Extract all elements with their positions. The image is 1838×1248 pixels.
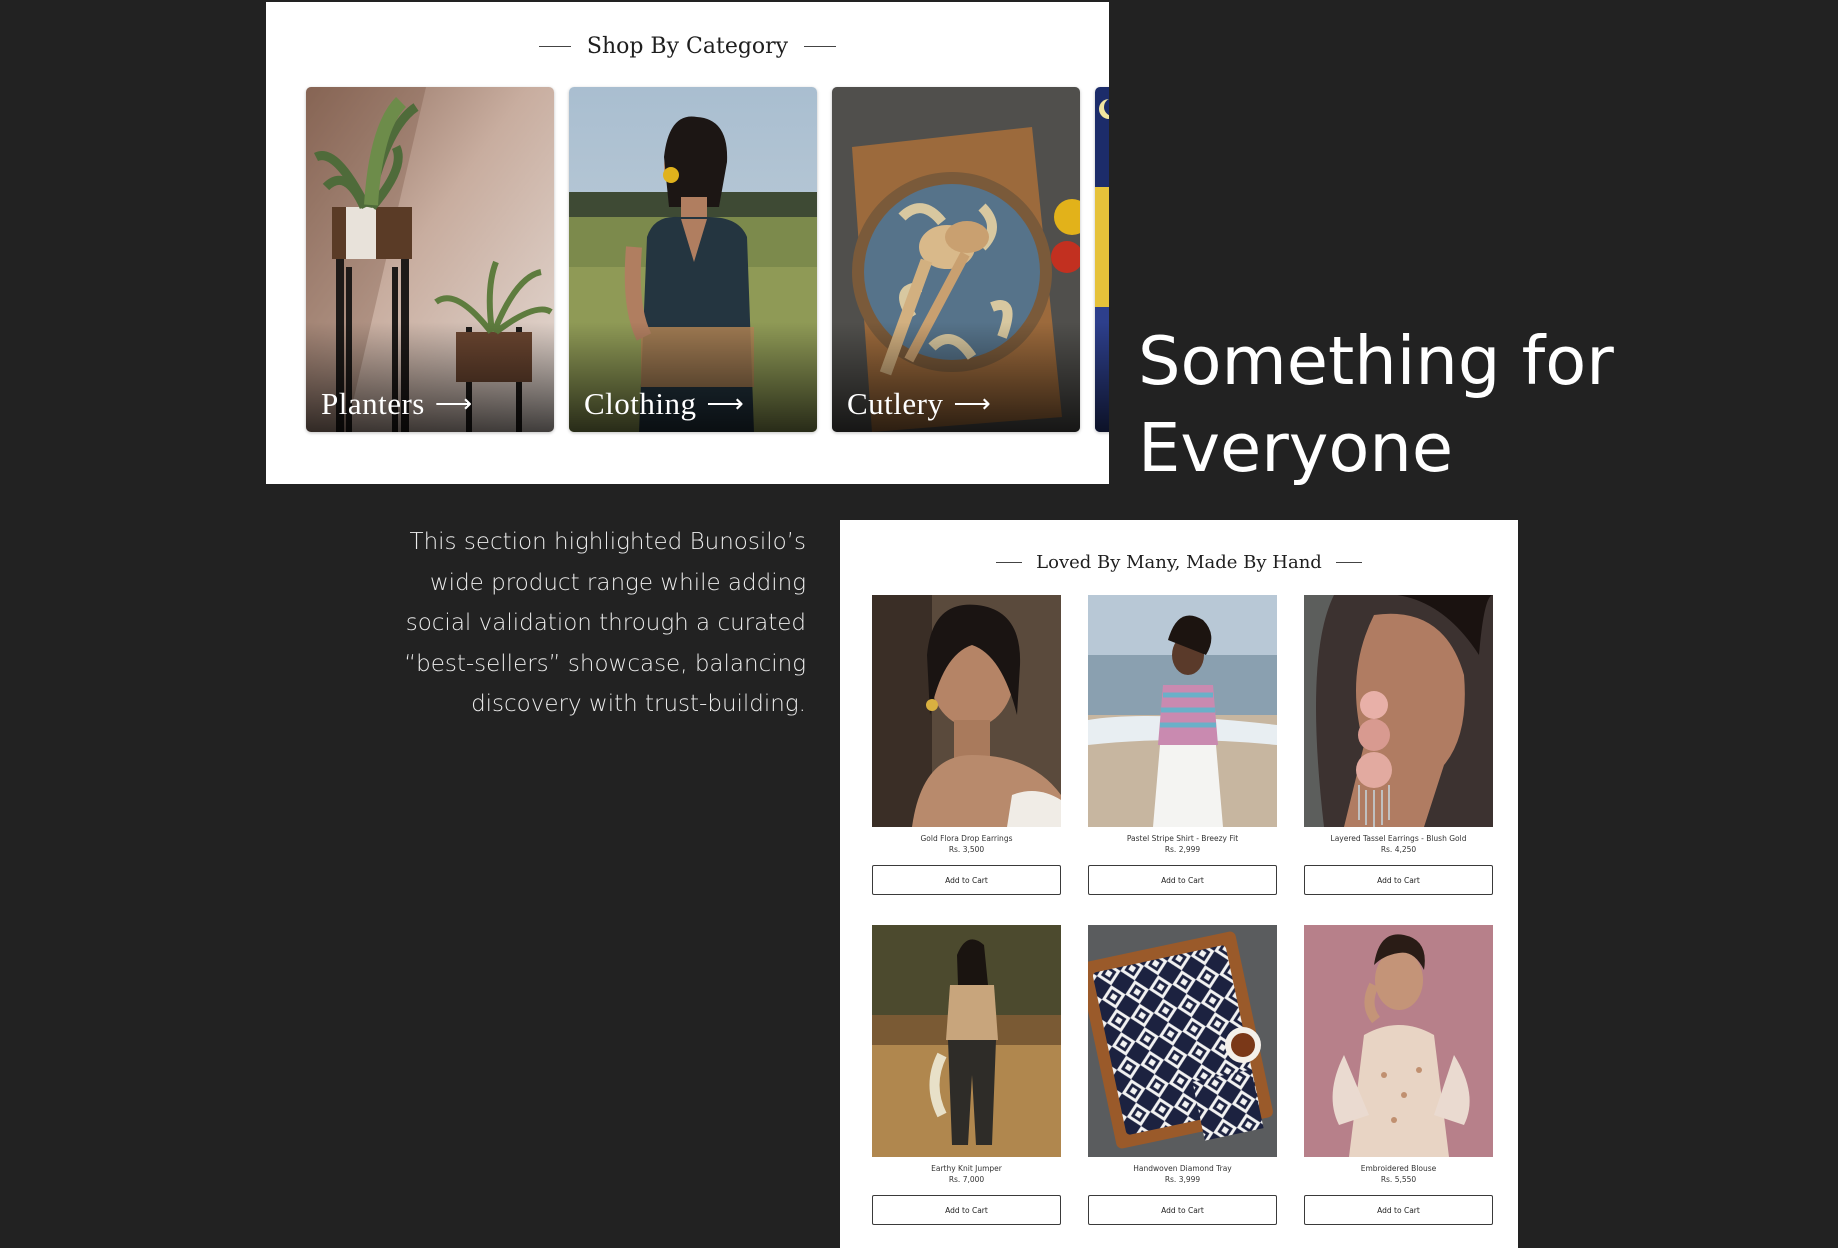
- arrow-right-icon: ⟶: [434, 389, 473, 418]
- product-price: Rs. 3,999: [1164, 1175, 1201, 1184]
- product-name[interactable]: Layered Tassel Earrings - Blush Gold: [1304, 833, 1493, 844]
- clothing-label-text: Clothing: [584, 386, 697, 421]
- headline-line-1: Something for: [1138, 322, 1614, 400]
- headline: Something for Everyone: [1138, 318, 1798, 492]
- product-name[interactable]: Gold Flora Drop Earrings: [872, 833, 1061, 844]
- embroidered-blouse-photo: [1304, 925, 1493, 1157]
- section-description: This section highlighted Bunosilo’s wide…: [404, 529, 806, 717]
- product-name[interactable]: Handwoven Diamond Tray: [1088, 1163, 1277, 1174]
- category-card-planters[interactable]: Planters ⟶: [306, 87, 554, 432]
- product-card: Embroidered Blouse Rs. 5,550 Add to Cart: [1304, 925, 1493, 1225]
- product-card: Handwoven Diamond Tray Rs. 3,999 Add to …: [1088, 925, 1277, 1225]
- product-card: Layered Tassel Earrings - Blush Gold Rs.…: [1304, 595, 1493, 895]
- product-price: Rs. 2,999: [1164, 845, 1201, 854]
- best-sellers-heading-text: Loved By Many, Made By Hand: [1036, 552, 1322, 573]
- product-image[interactable]: [1304, 595, 1493, 827]
- partial-gradient: [1095, 322, 1109, 432]
- planters-label-text: Planters: [321, 386, 425, 421]
- arrow-right-icon: ⟶: [706, 389, 745, 418]
- product-image[interactable]: [1088, 925, 1277, 1157]
- heading-divider-right: [1335, 562, 1362, 563]
- heading-divider-left: [538, 46, 571, 47]
- product-image[interactable]: [872, 595, 1061, 827]
- category-label-planters: Planters ⟶: [321, 386, 473, 422]
- product-card: Pastel Stripe Shirt - Breezy Fit Rs. 2,9…: [1088, 595, 1277, 895]
- product-image[interactable]: [1304, 925, 1493, 1157]
- category-label-clothing: Clothing ⟶: [584, 386, 744, 422]
- add-to-cart-button[interactable]: Add to Cart: [872, 1195, 1061, 1225]
- product-price: Rs. 3,500: [948, 845, 985, 854]
- shop-by-category-panel: Shop By Category Planters ⟶ Clothing ⟶ C…: [266, 2, 1109, 484]
- cutlery-label-text: Cutlery: [847, 386, 944, 421]
- add-to-cart-button[interactable]: Add to Cart: [1304, 1195, 1493, 1225]
- earthy-knit-jumper-photo: [872, 925, 1061, 1157]
- category-heading-text: Shop By Category: [586, 34, 789, 59]
- arrow-right-icon: ⟶: [953, 389, 992, 418]
- product-name[interactable]: Earthy Knit Jumper: [872, 1163, 1061, 1174]
- best-sellers-heading: Loved By Many, Made By Hand: [840, 552, 1518, 573]
- heading-divider-left: [996, 562, 1023, 563]
- category-label-cutlery: Cutlery ⟶: [847, 386, 991, 422]
- category-card-clothing[interactable]: Clothing ⟶: [569, 87, 817, 432]
- headline-line-2: Everyone: [1138, 409, 1454, 487]
- product-price: Rs. 5,550: [1380, 1175, 1417, 1184]
- product-name[interactable]: Embroidered Blouse: [1304, 1163, 1493, 1174]
- product-card: Gold Flora Drop Earrings Rs. 3,500 Add t…: [872, 595, 1061, 895]
- heading-divider-right: [804, 46, 837, 47]
- product-card: Earthy Knit Jumper Rs. 7,000 Add to Cart: [872, 925, 1061, 1225]
- best-sellers-panel: Loved By Many, Made By Hand Gold Flora D…: [840, 520, 1518, 1248]
- add-to-cart-button[interactable]: Add to Cart: [1088, 1195, 1277, 1225]
- category-card-partial[interactable]: I: [1095, 87, 1109, 432]
- product-name[interactable]: Pastel Stripe Shirt - Breezy Fit: [1088, 833, 1277, 844]
- product-price: Rs. 4,250: [1380, 845, 1417, 854]
- product-image[interactable]: [1088, 595, 1277, 827]
- pastel-stripe-shirt-photo: [1088, 595, 1277, 827]
- category-card-cutlery[interactable]: Cutlery ⟶: [832, 87, 1080, 432]
- category-carousel: Planters ⟶ Clothing ⟶ Cutlery ⟶: [306, 87, 1109, 434]
- add-to-cart-button[interactable]: Add to Cart: [872, 865, 1061, 895]
- product-price: Rs. 7,000: [948, 1175, 985, 1184]
- add-to-cart-button[interactable]: Add to Cart: [1304, 865, 1493, 895]
- add-to-cart-button[interactable]: Add to Cart: [1088, 865, 1277, 895]
- handwoven-diamond-tray-photo: [1088, 925, 1277, 1157]
- layered-tassel-earrings-photo: [1304, 595, 1493, 827]
- category-heading: Shop By Category: [266, 34, 1109, 59]
- product-image[interactable]: [872, 925, 1061, 1157]
- gold-flora-earrings-photo: [872, 595, 1061, 827]
